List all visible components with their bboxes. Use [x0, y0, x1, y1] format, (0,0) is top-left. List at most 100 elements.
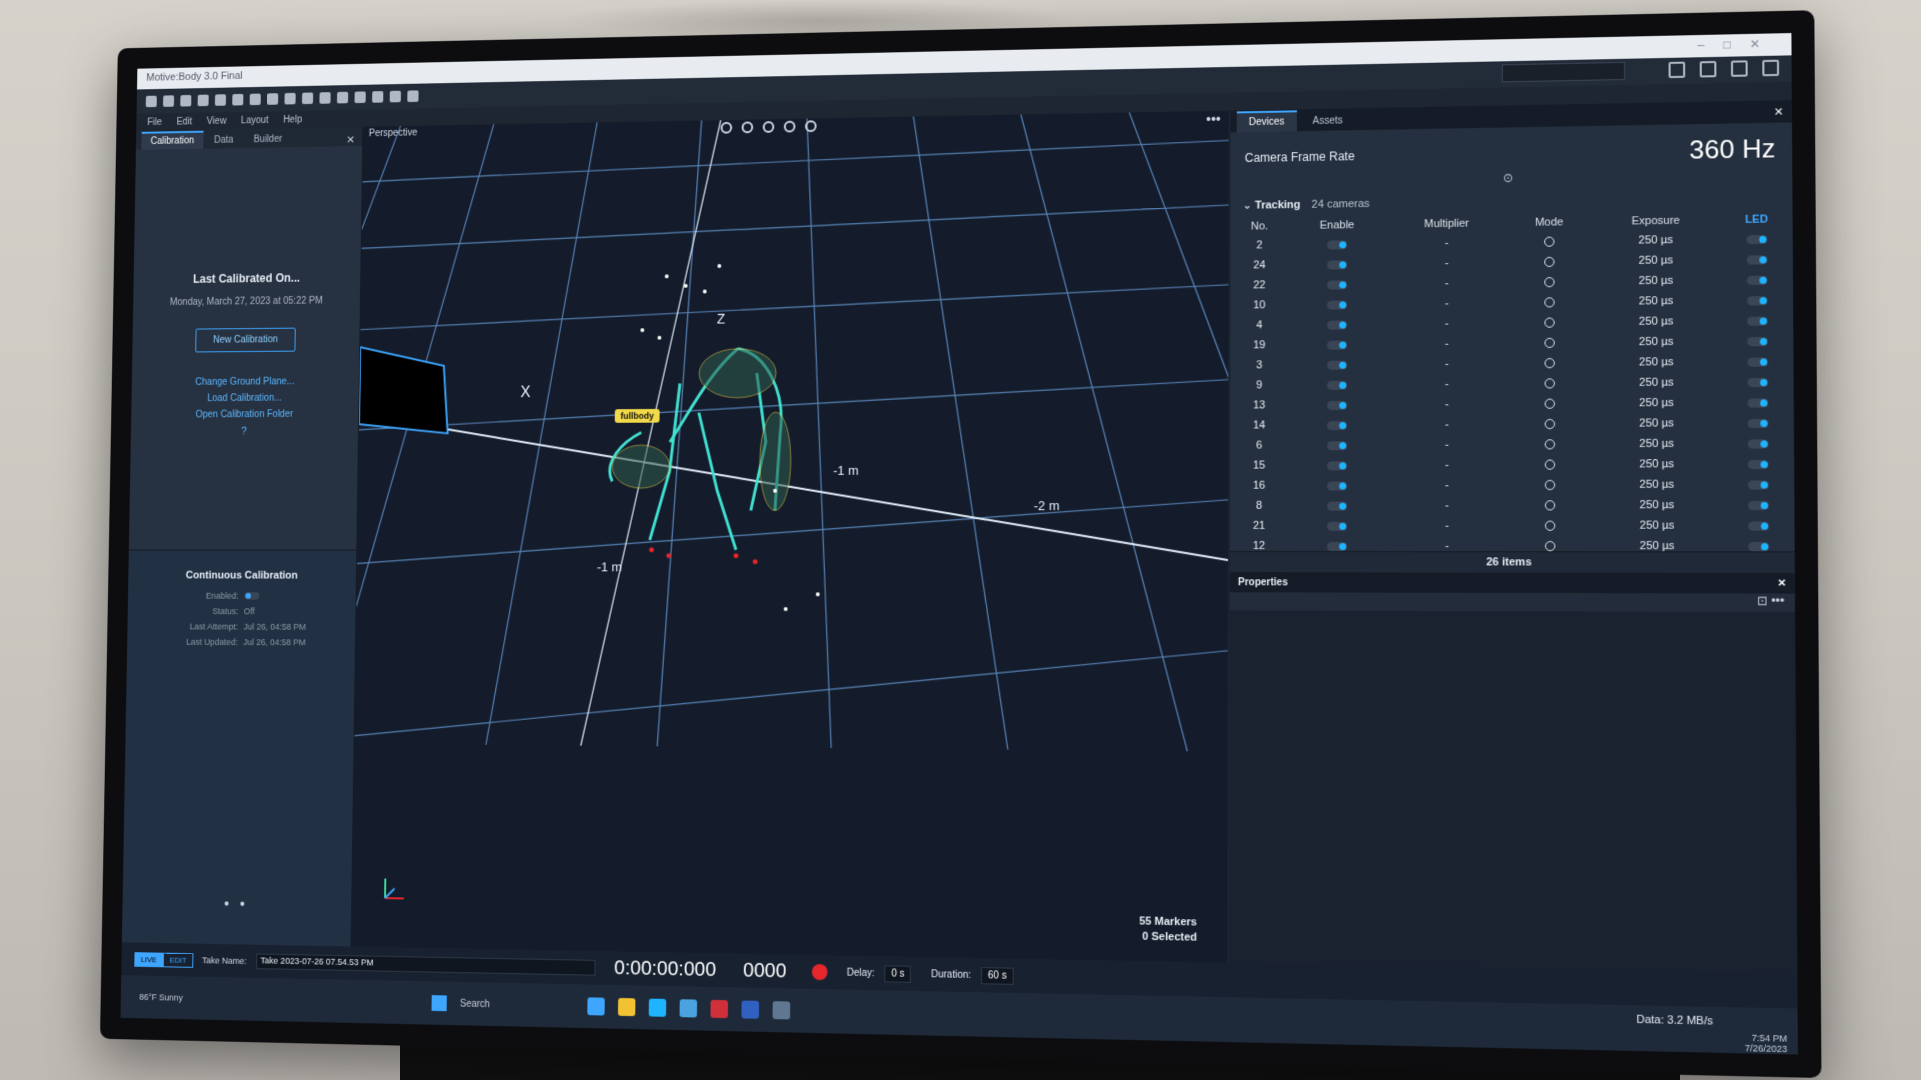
led-toggle[interactable]	[1721, 310, 1793, 331]
camera-exposure[interactable]: 250 µs	[1592, 393, 1722, 414]
close-icon[interactable]: ✕	[1774, 105, 1784, 118]
menu-edit[interactable]: Edit	[176, 116, 192, 127]
col-mode[interactable]: Mode	[1507, 213, 1591, 232]
enable-toggle[interactable]	[1288, 234, 1386, 255]
camera-tool-icon[interactable]	[783, 120, 796, 133]
tracking-mode-icon[interactable]	[1508, 475, 1592, 496]
col-no[interactable]: No.	[1231, 217, 1289, 236]
led-toggle[interactable]	[1722, 454, 1794, 475]
tracking-mode-icon[interactable]	[1508, 495, 1592, 515]
export-icon[interactable]	[180, 94, 192, 107]
tab-data[interactable]: Data	[205, 132, 243, 149]
led-toggle[interactable]	[1722, 495, 1794, 516]
tracking-mode-icon[interactable]	[1508, 312, 1592, 333]
enable-toggle[interactable]	[1288, 496, 1386, 516]
close-icon[interactable]: ✕	[1778, 578, 1787, 589]
led-toggle[interactable]	[1721, 269, 1793, 290]
wand-icon[interactable]	[249, 93, 261, 106]
enable-toggle[interactable]	[1288, 254, 1386, 275]
3d-viewport[interactable]: Perspective ••• fullbody X Z -1 m -2 m -…	[351, 110, 1229, 963]
select-tool-icon[interactable]	[720, 121, 733, 134]
enable-toggle[interactable]	[1288, 395, 1386, 416]
tracking-mode-icon[interactable]	[1508, 292, 1592, 313]
window-controls[interactable]: –□✕	[1698, 36, 1779, 52]
motive-icon[interactable]	[772, 1001, 791, 1020]
col-enable[interactable]: Enable	[1288, 216, 1386, 235]
layout-capture-icon[interactable]	[1730, 60, 1748, 77]
layers-icon[interactable]	[267, 93, 279, 105]
tracking-mode-icon[interactable]	[1508, 272, 1592, 293]
tools-icon[interactable]	[354, 91, 366, 104]
delay-input[interactable]: 0 s	[884, 964, 912, 983]
store-icon[interactable]	[679, 999, 698, 1018]
enable-toggle[interactable]	[1288, 475, 1386, 495]
record-button[interactable]	[811, 963, 828, 981]
frame-tool-icon[interactable]	[804, 120, 817, 133]
led-toggle[interactable]	[1722, 433, 1794, 454]
camera-icon[interactable]	[232, 93, 244, 106]
calibration-icon[interactable]	[214, 94, 227, 106]
tracking-mode-icon[interactable]	[1507, 231, 1591, 252]
camera-exposure[interactable]: 250 µs	[1592, 474, 1722, 495]
camera-exposure[interactable]: 250 µs	[1591, 229, 1721, 251]
table-row[interactable]: 15 - 250 µs	[1230, 454, 1794, 476]
led-toggle[interactable]	[1721, 290, 1793, 311]
col-exposure[interactable]: Exposure	[1591, 211, 1721, 231]
led-toggle[interactable]	[1721, 228, 1793, 249]
info-icon[interactable]	[407, 90, 419, 103]
change-ground-plane-link[interactable]: Change Ground Plane...	[132, 376, 359, 388]
terminal-icon[interactable]	[741, 1000, 760, 1019]
menu-view[interactable]: View	[207, 116, 227, 127]
tracking-mode-icon[interactable]	[1508, 251, 1592, 272]
viewport-more-icon[interactable]: •••	[1206, 111, 1221, 127]
close-icon[interactable]: ✕	[346, 134, 355, 147]
enable-toggle[interactable]	[1288, 314, 1386, 335]
led-toggle[interactable]	[1722, 392, 1794, 413]
col-multiplier[interactable]: Multiplier	[1386, 214, 1507, 234]
frame-rate-value[interactable]: 360 Hz	[1689, 133, 1775, 166]
table-row[interactable]: 21 - 250 µs	[1230, 515, 1795, 536]
skeleton-icon[interactable]	[319, 92, 331, 104]
camera-exposure[interactable]: 250 µs	[1591, 270, 1721, 292]
tracking-mode-icon[interactable]	[1508, 454, 1592, 475]
expand-icon[interactable]: ⌄	[1243, 200, 1255, 212]
system-clock[interactable]: 7:54 PM 7/26/2023	[1745, 1033, 1788, 1055]
tab-builder[interactable]: Builder	[244, 131, 291, 148]
table-row[interactable]: 6 - 250 µs	[1230, 433, 1794, 456]
edit-button[interactable]: EDIT	[163, 952, 194, 968]
tracking-mode-icon[interactable]	[1508, 373, 1592, 394]
led-toggle[interactable]	[1722, 413, 1794, 434]
enabled-toggle[interactable]	[243, 591, 259, 600]
settings-icon[interactable]	[197, 94, 209, 107]
lock-icon[interactable]: ⊡	[1757, 593, 1768, 607]
led-toggle[interactable]	[1722, 474, 1794, 495]
led-toggle[interactable]	[1722, 515, 1794, 536]
camera-exposure[interactable]: 250 µs	[1592, 454, 1722, 475]
graph-icon[interactable]	[372, 91, 384, 103]
enable-toggle[interactable]	[1288, 455, 1386, 475]
led-toggle[interactable]	[1721, 351, 1793, 372]
more-icon[interactable]: •••	[1771, 594, 1784, 608]
enable-toggle[interactable]	[1288, 374, 1386, 395]
camera-exposure[interactable]: 250 µs	[1591, 331, 1721, 352]
duration-input[interactable]: 60 s	[980, 966, 1014, 985]
camera-exposure[interactable]: 250 µs	[1591, 250, 1721, 272]
trash-icon[interactable]	[284, 92, 296, 105]
tab-devices[interactable]: Devices	[1236, 110, 1297, 133]
plus-icon[interactable]	[389, 90, 401, 103]
table-row[interactable]: 16 - 250 µs	[1230, 474, 1794, 496]
camera-exposure[interactable]: 250 µs	[1592, 372, 1722, 393]
layout-calibrate-icon[interactable]	[1668, 61, 1686, 79]
live-button[interactable]: LIVE	[134, 951, 164, 967]
help-icon[interactable]: ?	[131, 425, 358, 438]
camera-exposure[interactable]: 250 µs	[1591, 311, 1721, 333]
save-icon[interactable]	[163, 95, 175, 107]
tracking-mode-icon[interactable]	[1508, 332, 1592, 353]
take-name-input[interactable]: Take 2023-07-26 07.54.53 PM	[255, 953, 596, 976]
enable-toggle[interactable]	[1288, 516, 1386, 536]
enable-toggle[interactable]	[1288, 415, 1386, 436]
camera-exposure[interactable]: 250 µs	[1592, 352, 1722, 373]
camera-exposure[interactable]: 250 µs	[1591, 290, 1721, 312]
enable-toggle[interactable]	[1288, 294, 1386, 315]
camera-exposure[interactable]: 250 µs	[1592, 413, 1722, 434]
